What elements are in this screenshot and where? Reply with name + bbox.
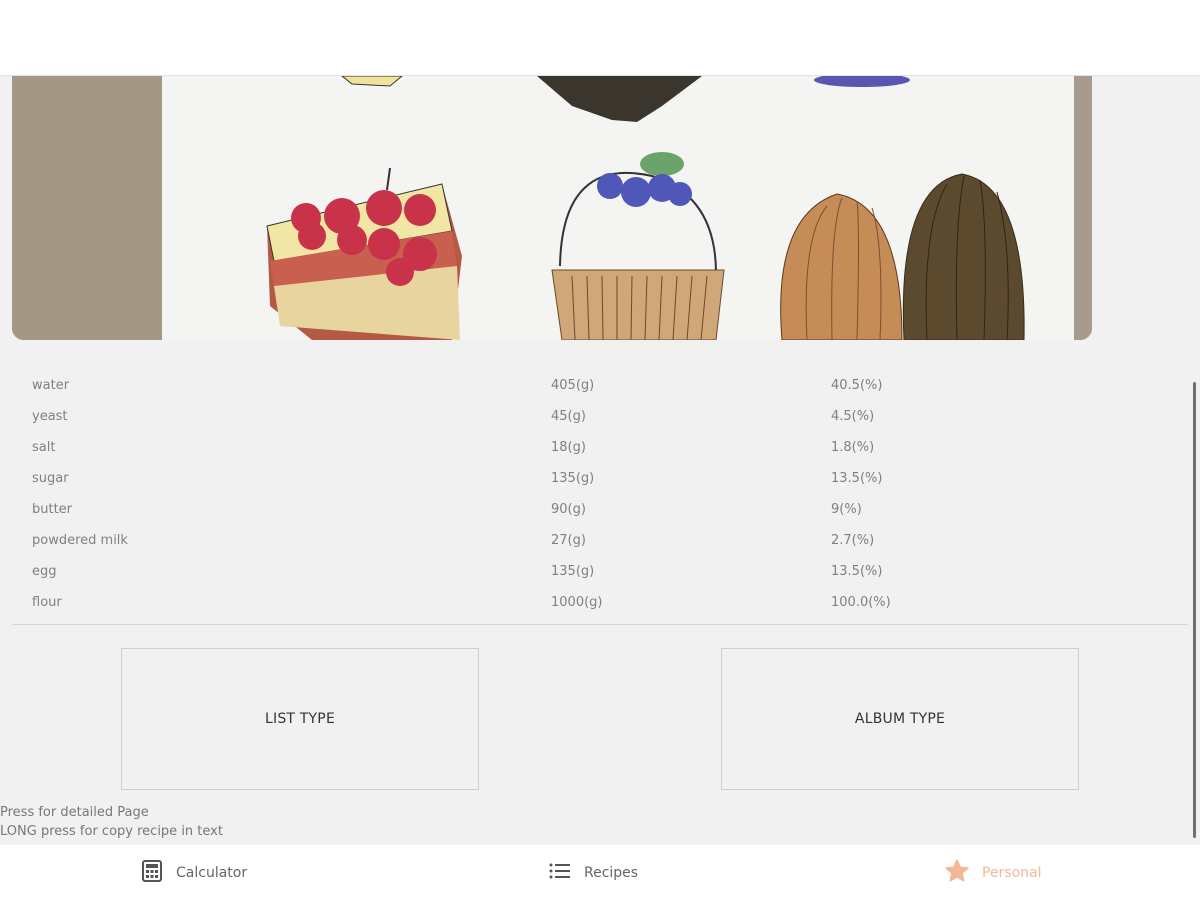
- ingredient-percent: 4.5(%): [831, 409, 875, 424]
- ingredient-name: sugar: [32, 471, 69, 486]
- bottom-navigation: Calculator Recipes Personal: [0, 845, 1200, 900]
- list-type-button[interactable]: LIST TYPE: [121, 648, 479, 790]
- ingredient-row[interactable]: sugar 135(g) 13.5(%): [0, 463, 1200, 494]
- ingredient-grams: 135(g): [551, 471, 595, 486]
- ingredient-row[interactable]: salt 18(g) 1.8(%): [0, 432, 1200, 463]
- star-icon: [944, 858, 982, 888]
- ingredient-percent: 40.5(%): [831, 378, 883, 393]
- ingredient-name: powdered milk: [32, 533, 128, 548]
- nav-recipes-label: Recipes: [584, 864, 639, 881]
- ingredient-percent: 9(%): [831, 502, 862, 517]
- ingredient-percent: 2.7(%): [831, 533, 875, 548]
- ingredient-name: salt: [32, 440, 56, 455]
- ingredient-row[interactable]: butter 90(g) 9(%): [0, 494, 1200, 525]
- ingredient-percent: 1.8(%): [831, 440, 875, 455]
- ingredient-grams: 27(g): [551, 533, 586, 548]
- ingredient-grams: 405(g): [551, 378, 595, 393]
- ingredient-grams: 1000(g): [551, 595, 603, 610]
- ingredient-name: egg: [32, 564, 57, 579]
- nav-personal[interactable]: Personal: [944, 845, 1042, 900]
- ingredient-name: flour: [32, 595, 62, 610]
- ingredient-row[interactable]: powdered milk 27(g) 2.7(%): [0, 525, 1200, 556]
- long-press-hint: LONG press for copy recipe in text: [0, 824, 223, 839]
- list-icon: [548, 859, 584, 887]
- album-type-button[interactable]: ALBUM TYPE: [721, 648, 1079, 790]
- ingredient-grams: 45(g): [551, 409, 586, 424]
- top-app-bar: [0, 0, 1200, 76]
- ingredient-percent: 13.5(%): [831, 471, 883, 486]
- press-hint: Press for detailed Page: [0, 805, 149, 820]
- nav-calculator-label: Calculator: [176, 864, 248, 881]
- scrollbar[interactable]: [1193, 382, 1196, 838]
- ingredient-grams: 90(g): [551, 502, 586, 517]
- divider: [12, 624, 1188, 625]
- nav-recipes[interactable]: Recipes: [548, 845, 638, 900]
- ingredient-name: butter: [32, 502, 73, 517]
- ingredient-percent: 100.0(%): [831, 595, 891, 610]
- nav-personal-label: Personal: [982, 864, 1042, 881]
- nav-calculator[interactable]: Calculator: [140, 845, 247, 900]
- ingredient-grams: 18(g): [551, 440, 586, 455]
- recipe-photo[interactable]: [12, 76, 1092, 340]
- ingredient-row[interactable]: yeast 45(g) 4.5(%): [0, 401, 1200, 432]
- ingredient-row[interactable]: flour 1000(g) 100.0(%): [0, 587, 1200, 618]
- ingredient-name: water: [32, 378, 70, 393]
- ingredient-row[interactable]: water 405(g) 40.5(%): [0, 370, 1200, 401]
- ingredient-name: yeast: [32, 409, 68, 424]
- calculator-icon: [140, 859, 176, 887]
- ingredient-grams: 135(g): [551, 564, 595, 579]
- ingredient-row[interactable]: egg 135(g) 13.5(%): [0, 556, 1200, 587]
- ingredient-percent: 13.5(%): [831, 564, 883, 579]
